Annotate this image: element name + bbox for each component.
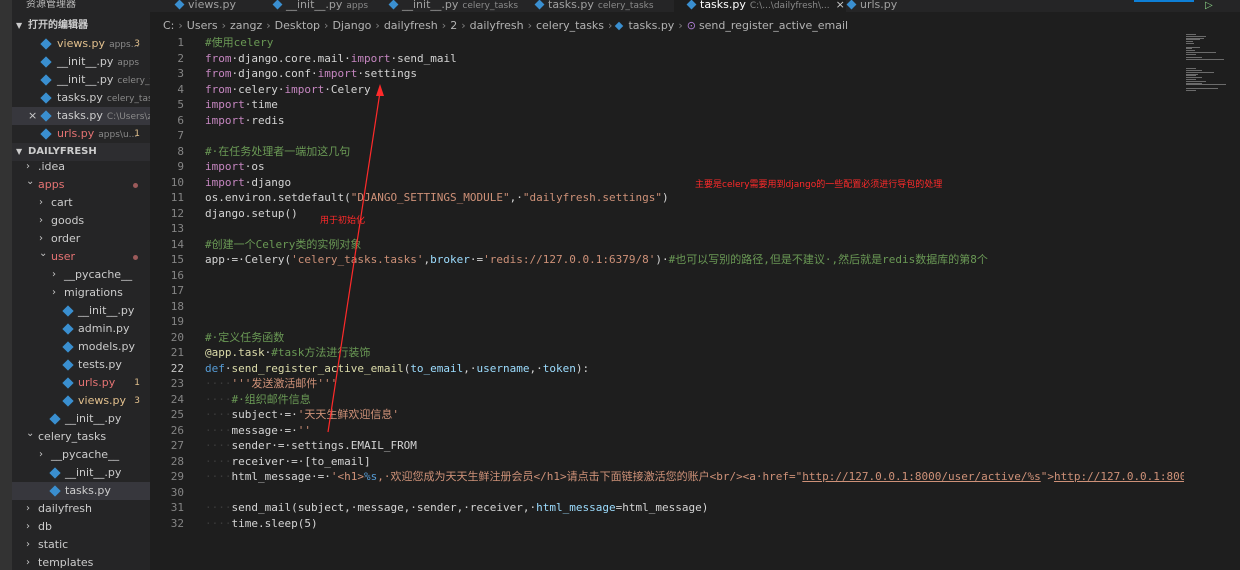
- annotation-arrowhead: [376, 84, 384, 96]
- annotation-arrow: [327, 84, 384, 433]
- annotation-arrow-line: [327, 91, 381, 433]
